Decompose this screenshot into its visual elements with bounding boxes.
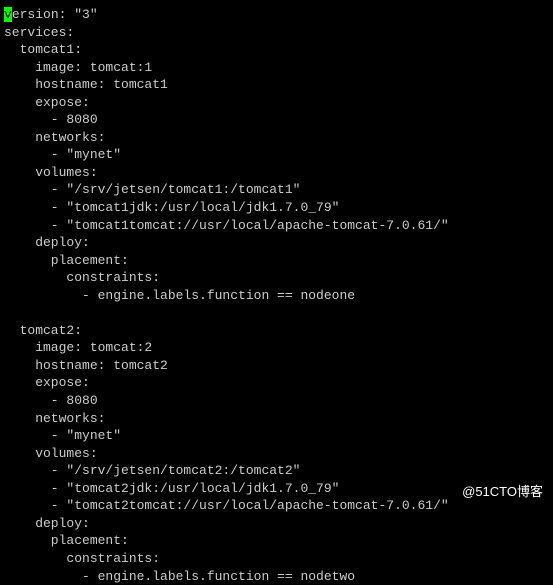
yaml-line: - engine.labels.function == nodetwo bbox=[4, 568, 549, 585]
yaml-line: volumes: bbox=[4, 445, 549, 463]
yaml-line: deploy: bbox=[4, 515, 549, 533]
yaml-line: constraints: bbox=[4, 269, 549, 287]
yaml-line: networks: bbox=[4, 129, 549, 147]
yaml-line: image: tomcat:2 bbox=[4, 339, 549, 357]
cursor: v bbox=[4, 7, 12, 22]
yaml-line: hostname: tomcat1 bbox=[4, 76, 549, 94]
yaml-line: - 8080 bbox=[4, 111, 549, 129]
yaml-line: - 8080 bbox=[4, 392, 549, 410]
yaml-line: expose: bbox=[4, 94, 549, 112]
yaml-line: - engine.labels.function == nodeone bbox=[4, 287, 549, 305]
yaml-line: constraints: bbox=[4, 550, 549, 568]
yaml-blank-line bbox=[4, 304, 549, 322]
yaml-line: placement: bbox=[4, 252, 549, 270]
yaml-line: - "tomcat1tomcat://usr/local/apache-tomc… bbox=[4, 217, 549, 235]
yaml-line: - "/srv/jetsen/tomcat2:/tomcat2" bbox=[4, 462, 549, 480]
yaml-line: services: bbox=[4, 24, 549, 42]
yaml-line: version: "3" bbox=[4, 6, 549, 24]
yaml-line: placement: bbox=[4, 532, 549, 550]
yaml-line: tomcat2: bbox=[4, 322, 549, 340]
yaml-line: image: tomcat:1 bbox=[4, 59, 549, 77]
yaml-line: deploy: bbox=[4, 234, 549, 252]
yaml-line: volumes: bbox=[4, 164, 549, 182]
yaml-line: - "/srv/jetsen/tomcat1:/tomcat1" bbox=[4, 181, 549, 199]
yaml-line: tomcat1: bbox=[4, 41, 549, 59]
yaml-line: - "tomcat1jdk:/usr/local/jdk1.7.0_79" bbox=[4, 199, 549, 217]
yaml-line: expose: bbox=[4, 374, 549, 392]
yaml-line: networks: bbox=[4, 410, 549, 428]
yaml-line: - "mynet" bbox=[4, 427, 549, 445]
watermark-text: @51CTO博客 bbox=[462, 483, 543, 501]
yaml-line: hostname: tomcat2 bbox=[4, 357, 549, 375]
yaml-line: - "mynet" bbox=[4, 146, 549, 164]
